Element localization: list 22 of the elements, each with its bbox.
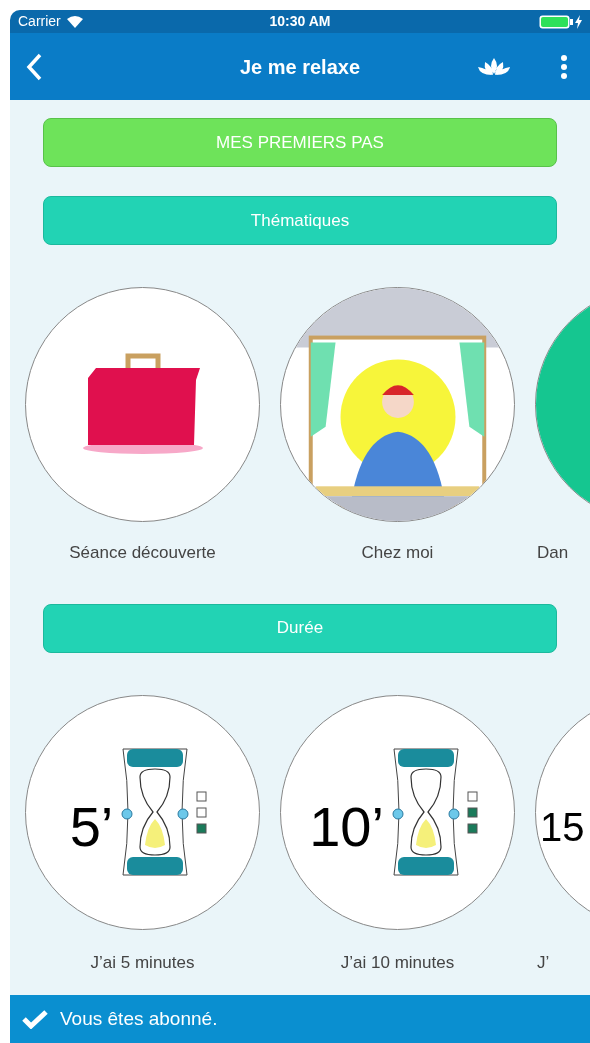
- duration-number: 15: [540, 804, 585, 851]
- duration-label: J’ai 10 minutes: [340, 951, 455, 974]
- lotus-icon: [477, 57, 511, 76]
- screen-title: Je me relaxe: [238, 54, 362, 80]
- carrier-label: Carrier: [18, 12, 61, 31]
- checkmark-icon: [22, 1009, 48, 1029]
- subscription-message: Vous êtes abonné.: [60, 1006, 218, 1031]
- duration-label: J’: [536, 951, 551, 974]
- duration-header: Durée: [43, 603, 557, 653]
- charging-bolt-icon: [575, 14, 582, 29]
- duration-number: 10’: [309, 794, 384, 860]
- back-chevron-icon: [26, 52, 42, 81]
- more-options-icon: [561, 54, 567, 79]
- theme-label: Dan: [536, 542, 570, 564]
- wifi-icon: [66, 15, 83, 28]
- battery-icon: [539, 14, 573, 29]
- duration-label: J’ai 5 minutes: [90, 951, 195, 974]
- themes-header: Thématiques: [43, 196, 557, 245]
- clock-time: 10:30 AM: [268, 12, 332, 31]
- duration-number: 5’: [69, 794, 114, 860]
- theme-label: Séance découverte: [69, 542, 216, 564]
- theme-label: Chez moi: [361, 542, 434, 564]
